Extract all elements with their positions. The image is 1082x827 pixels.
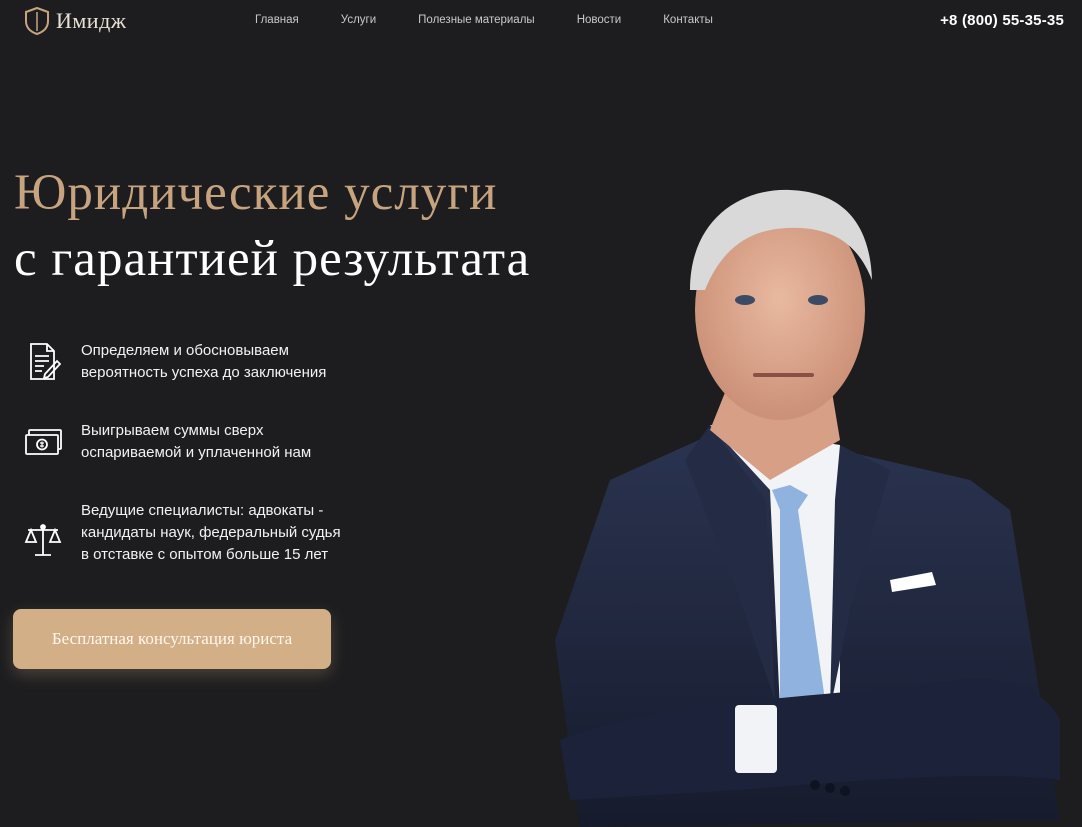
- logo-text: Имидж: [56, 8, 127, 33]
- nav-item-contacts[interactable]: Контакты: [663, 14, 713, 26]
- nav-item-services[interactable]: Услуги: [341, 14, 376, 26]
- scales-icon: [20, 518, 66, 562]
- header: Имидж Главная Услуги Полезные материалы …: [0, 0, 1082, 44]
- free-consultation-button[interactable]: Бесплатная консультация юриста: [13, 609, 331, 669]
- document-pen-icon: [20, 340, 66, 384]
- shield-icon: [25, 6, 49, 36]
- nav-item-home[interactable]: Главная: [255, 14, 299, 26]
- feature-text: Выигрываем суммы сверх оспариваемой и уп…: [81, 422, 312, 461]
- money-bills-icon: [20, 420, 66, 464]
- feature-item: Ведущие специалисты: адвокаты - кандидат…: [20, 500, 341, 566]
- nav-item-news[interactable]: Новости: [577, 14, 622, 26]
- hero-title-line2: с гарантией результата: [14, 231, 531, 287]
- nav-item-materials[interactable]: Полезные материалы: [418, 14, 535, 26]
- lawyer-portrait-image: [555, 189, 1060, 827]
- hero-title-line1: Юридические услуги: [14, 165, 498, 221]
- feature-text: Ведущие специалисты: адвокаты - кандидат…: [81, 502, 341, 563]
- free-consultation-label: Бесплатная консультация юриста: [51, 629, 293, 648]
- feature-item: Выигрываем суммы сверх оспариваемой и уп…: [20, 420, 311, 464]
- logo[interactable]: Имидж: [24, 6, 126, 36]
- feature-item: Определяем и обосновываем вероятность ус…: [20, 340, 326, 384]
- phone-link[interactable]: +8 (800) 55-35-35: [940, 12, 1064, 29]
- hero-title: Юридические услуги с гарантией результат…: [14, 160, 530, 292]
- feature-text: Определяем и обосновываем вероятность ус…: [81, 342, 327, 381]
- main-nav: Главная Услуги Полезные материалы Новост…: [255, 14, 755, 26]
